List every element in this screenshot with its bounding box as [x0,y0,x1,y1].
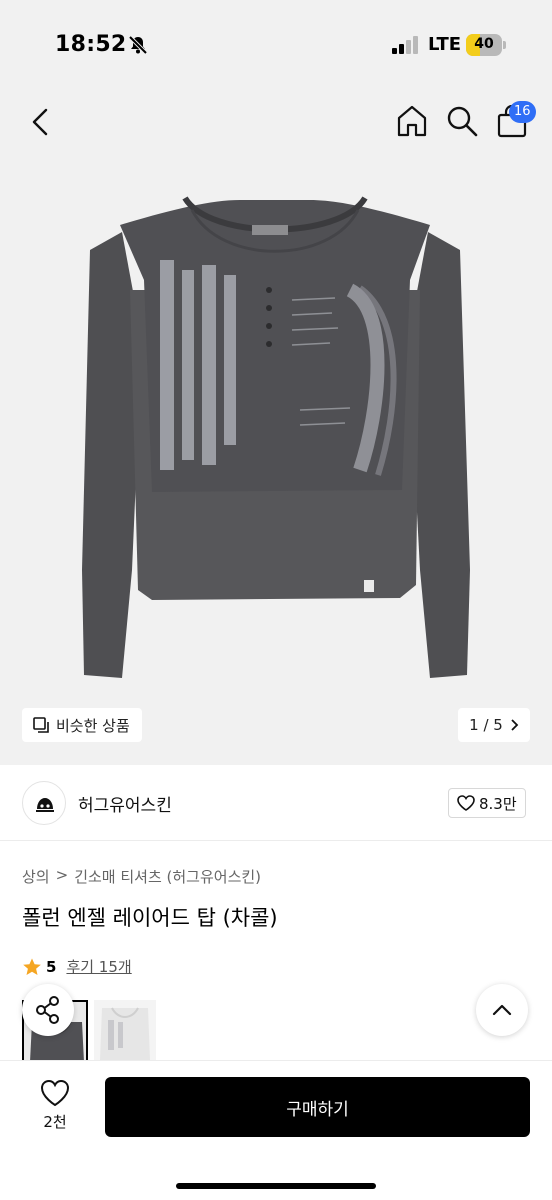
share-icon [36,996,59,1024]
brand-like-button[interactable]: 8.3만 [448,788,526,818]
breadcrumb-category[interactable]: 상의 [22,866,50,887]
breadcrumb-separator: > [55,866,69,884]
cart-count-badge: 16 [509,101,536,123]
nav-header [0,90,552,160]
product-title: 폴런 엔젤 레이어드 탑 (차콜) [22,906,278,930]
image-pager[interactable]: 1 / 5 [458,708,530,742]
brand-logo[interactable] [22,781,66,825]
network-label: LTE [428,34,462,55]
thumbnail-white[interactable] [94,1000,156,1060]
similar-products-button[interactable]: 비슷한 상품 [22,708,142,742]
similar-label: 비슷한 상품 [56,716,130,735]
search-icon[interactable] [443,102,481,140]
battery-icon: 40 [466,34,506,56]
star-icon [23,958,41,975]
bell-off-icon [128,35,148,55]
battery-level: 40 [474,36,494,52]
wishlist-button[interactable]: 2천 [26,1079,84,1139]
rating-row: 5 후기 15개 [22,956,132,977]
chevron-up-icon [492,1004,512,1016]
similar-icon [33,717,49,733]
home-icon[interactable] [393,102,431,140]
brand-like-count: 8.3만 [479,794,517,813]
bottom-action-bar: 2천 구매하기 [0,1060,552,1200]
status-bar: 18:52 LTE 40 [0,0,552,90]
buy-button[interactable]: 구매하기 [105,1077,530,1137]
wishlist-count: 2천 [43,1113,67,1131]
breadcrumb: 상의 > 긴소매 티셔츠 (허그유어스킨) [22,866,261,887]
signal-icon [392,36,418,54]
status-time: 18:52 [55,32,127,57]
review-link[interactable]: 후기 15개 [66,956,131,977]
chevron-right-icon [511,719,519,731]
share-button[interactable] [22,984,74,1036]
pager-text: 1 / 5 [469,716,503,734]
back-icon[interactable] [20,100,60,144]
heart-icon [40,1079,70,1107]
product-photo[interactable] [60,170,490,690]
scroll-top-button[interactable] [476,984,528,1036]
rating-value: 5 [46,957,57,976]
brand-name[interactable]: 허그유어스킨 [78,791,172,816]
home-indicator [176,1183,376,1189]
brand-row: 허그유어스킨 8.3만 [0,765,552,841]
breadcrumb-subcategory[interactable]: 긴소매 티셔츠 (허그유어스킨) [74,866,261,887]
heart-icon [457,795,475,811]
